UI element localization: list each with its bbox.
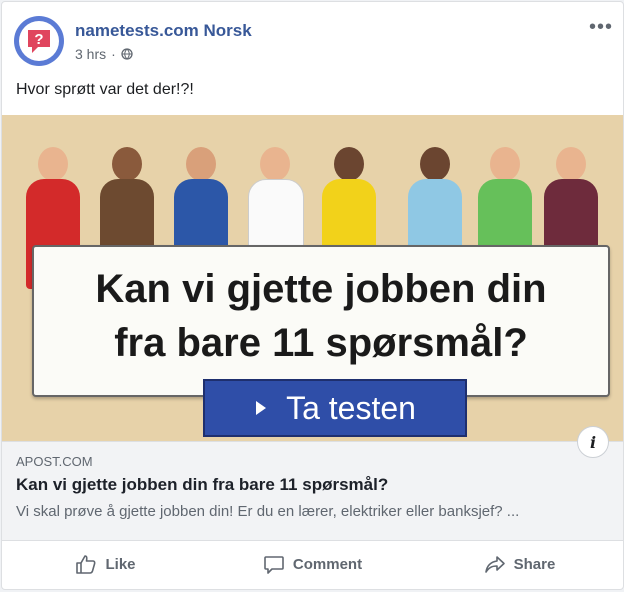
globe-icon [121, 48, 133, 60]
info-icon[interactable]: i [577, 426, 609, 458]
link-domain: APOST.COM [16, 454, 93, 469]
thumbs-up-icon [76, 555, 96, 574]
comment-icon [264, 556, 284, 574]
like-label: Like [105, 555, 136, 573]
share-icon [484, 556, 505, 573]
comment-label: Comment [292, 555, 363, 573]
page-avatar[interactable]: ? [14, 16, 64, 66]
link-description: Vi skal prøve å gjette jobben din! Er du… [16, 503, 520, 520]
question-logo-icon: ? [28, 30, 50, 53]
link-title[interactable]: Kan vi gjette jobben din fra bare 11 spø… [16, 475, 388, 495]
banner-headline-line2: fra bare 11 spørsmål? [114, 321, 528, 365]
banner-headline-line1: Kan vi gjette jobben din [95, 267, 547, 311]
svg-text:?: ? [34, 31, 43, 48]
post-image[interactable]: Kan vi gjette jobben din fra bare 11 spø… [2, 115, 623, 441]
take-test-button[interactable]: Ta testen [203, 379, 467, 437]
post-card: ? nametests.com Norsk 3 hrs · ••• Hvor s… [1, 1, 624, 590]
like-button[interactable]: Like [2, 540, 209, 588]
banner-sign: Kan vi gjette jobben din fra bare 11 spø… [32, 245, 610, 397]
comment-button[interactable]: Comment [209, 540, 416, 588]
page-name[interactable]: nametests.com Norsk [75, 21, 252, 41]
take-test-label: Ta testen [286, 389, 416, 426]
post-actions: Like Comment Share [2, 540, 623, 588]
link-preview[interactable]: i APOST.COM Kan vi gjette jobben din fra… [2, 426, 623, 541]
play-arrow-icon [256, 401, 267, 415]
share-label: Share [513, 555, 556, 573]
more-options-icon[interactable]: ••• [589, 16, 613, 39]
share-button[interactable]: Share [416, 540, 623, 588]
post-meta: 3 hrs · [75, 46, 133, 62]
post-text: Hvor sprøtt var det der!?! [16, 81, 194, 98]
post-time[interactable]: 3 hrs [75, 46, 106, 62]
